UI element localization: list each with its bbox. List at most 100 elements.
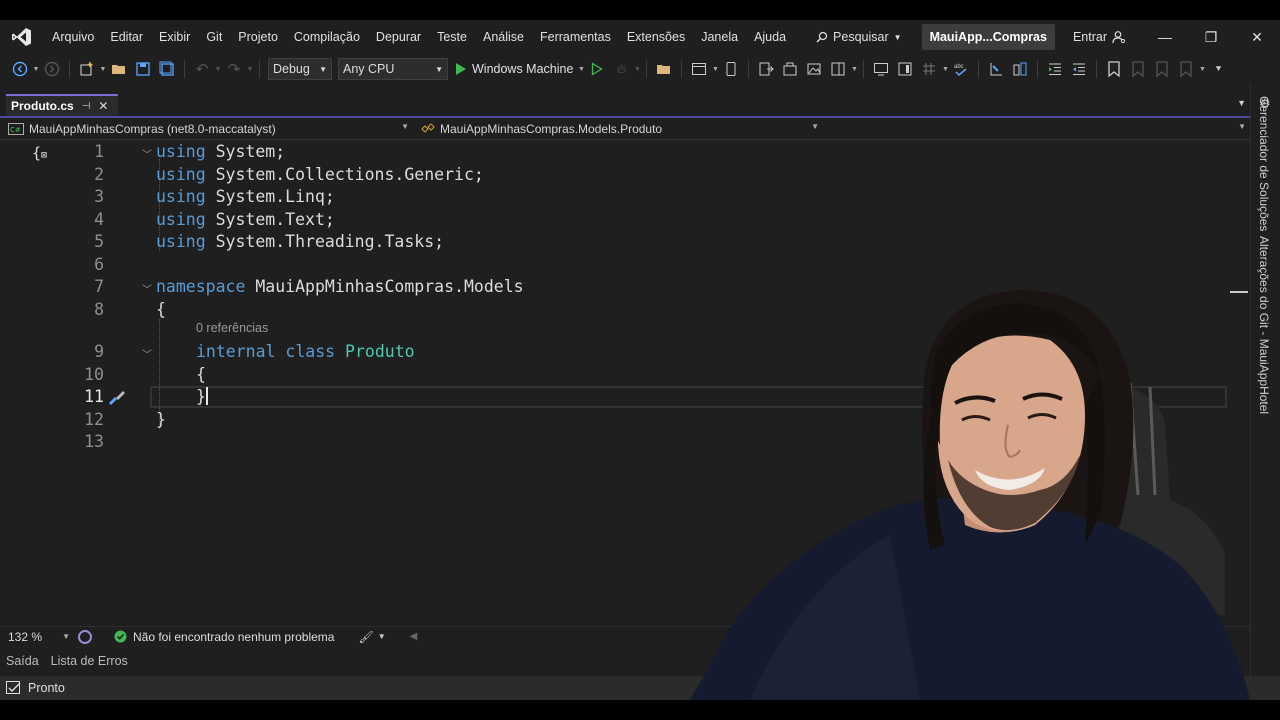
braces-outline-icon[interactable]: {⊠ <box>32 144 47 162</box>
tab-git-changes[interactable]: Alterações do Git - MauiAppHotel <box>1257 236 1271 414</box>
type-name: MauiAppMinhasCompras.Models.Produto <box>440 121 663 136</box>
using-namespace: System.Linq <box>215 187 325 206</box>
minimize-button[interactable]: — <box>1142 20 1188 54</box>
save-all-button[interactable] <box>156 58 178 80</box>
bookmark-button[interactable] <box>1103 58 1125 80</box>
keyword-namespace: namespace <box>156 277 246 296</box>
chevron-down-icon[interactable]: ▼ <box>850 66 858 73</box>
undo-button[interactable]: ↶ <box>191 58 213 80</box>
tool-button-5[interactable] <box>870 58 892 80</box>
fold-chevron-icon[interactable]: ﹀ <box>142 346 154 361</box>
chevron-down-icon[interactable]: ▼ <box>99 66 107 73</box>
save-button[interactable] <box>132 58 154 80</box>
tool-button-6[interactable] <box>894 58 916 80</box>
start-without-debugging-button[interactable] <box>586 58 608 80</box>
outdent-button[interactable] <box>1068 58 1090 80</box>
chevron-down-icon[interactable]: ▼ <box>577 66 585 73</box>
menu-projeto[interactable]: Projeto <box>230 20 286 54</box>
keyword-using: using <box>156 187 206 206</box>
text-caret <box>206 387 208 405</box>
tool-button-8[interactable] <box>1009 58 1031 80</box>
chevron-down-icon[interactable]: ▼ <box>214 66 222 73</box>
menu-extensoes[interactable]: Extensões <box>619 20 693 54</box>
menu-ajuda[interactable]: Ajuda <box>746 20 794 54</box>
phone-preview-button[interactable] <box>720 58 742 80</box>
menu-teste[interactable]: Teste <box>429 20 475 54</box>
spellcheck-button[interactable]: abc <box>950 58 972 80</box>
platform-select[interactable]: Any CPU ▼ <box>338 58 448 80</box>
window-layout-icon <box>692 63 707 75</box>
menu-ferramentas[interactable]: Ferramentas <box>532 20 619 54</box>
clear-bookmarks-button[interactable] <box>1175 58 1197 80</box>
pin-icon[interactable]: ⊣ <box>82 101 91 112</box>
type-select[interactable]: MauiAppMinhasCompras.Models.Produto ▼ <box>413 118 823 140</box>
menu-compilacao[interactable]: Compilação <box>286 20 368 54</box>
project-select[interactable]: C# MauiAppMinhasCompras (net8.0-maccatal… <box>0 118 413 140</box>
tool-button-3[interactable] <box>803 58 825 80</box>
open-file-button[interactable] <box>108 58 130 80</box>
restore-button[interactable]: ❐ <box>1188 20 1234 54</box>
tool-button-2[interactable] <box>779 58 801 80</box>
chevron-down-icon[interactable]: ▼ <box>32 66 40 73</box>
visual-studio-logo-icon[interactable] <box>0 20 44 54</box>
customize-toolbar-button[interactable]: ⯆ <box>1207 58 1229 80</box>
layout-button[interactable] <box>688 58 710 80</box>
code-cleanup-button[interactable]: 🖌︎ ▼ <box>358 630 385 644</box>
tab-produto-cs[interactable]: Produto.cs ⊣ ✕ <box>6 94 118 116</box>
chevron-down-icon: ▼ <box>62 632 70 641</box>
code-line-9: internal class Produto <box>196 341 415 363</box>
scroll-left-icon[interactable]: ◀ <box>410 631 418 642</box>
search-button[interactable]: Pesquisar ▼ <box>810 20 908 54</box>
chevron-down-icon[interactable]: ▼ <box>1198 66 1206 73</box>
using-namespace: System <box>215 142 276 161</box>
menu-depurar[interactable]: Depurar <box>368 20 429 54</box>
hot-reload-button[interactable]: 🔥︎ <box>610 58 632 80</box>
menu-exibir[interactable]: Exibir <box>151 20 198 54</box>
menu-git[interactable]: Git <box>198 20 230 54</box>
menu-editar[interactable]: Editar <box>102 20 151 54</box>
tool-button-7[interactable] <box>918 58 940 80</box>
indent-button[interactable] <box>1044 58 1066 80</box>
tab-solution-explorer[interactable]: Gerenciador de Soluções <box>1257 96 1271 231</box>
menu-arquivo[interactable]: Arquivo <box>44 20 102 54</box>
redo-button[interactable]: ↷ <box>223 58 245 80</box>
zoom-level-select[interactable]: 132 % ▼ <box>0 630 70 644</box>
no-issues-indicator[interactable]: Não foi encontrado nenhum problema <box>114 630 334 644</box>
quick-actions-brush-icon[interactable] <box>106 387 128 411</box>
chevron-down-icon[interactable]: ▼ <box>246 66 254 73</box>
references-codelens[interactable]: 0 referências <box>196 321 268 335</box>
fold-chevron-icon[interactable]: ﹀ <box>142 281 154 296</box>
tool-button-1[interactable] <box>755 58 777 80</box>
menu-janela[interactable]: Janela <box>693 20 746 54</box>
close-icon[interactable]: ✕ <box>98 99 108 113</box>
next-bookmark-button[interactable] <box>1151 58 1173 80</box>
bookmark-clear-icon <box>1180 61 1193 77</box>
close-window-button[interactable]: ✕ <box>1234 20 1280 54</box>
solution-name-badge[interactable]: MauiApp...Compras <box>921 24 1055 50</box>
copilot-icon[interactable] <box>78 629 92 644</box>
new-project-button[interactable] <box>76 58 98 80</box>
signin-button[interactable]: Entrar <box>1073 30 1126 44</box>
step-into-button[interactable] <box>985 58 1007 80</box>
member-select[interactable]: ▼ <box>823 118 1250 140</box>
prev-bookmark-button[interactable] <box>1127 58 1149 80</box>
menu-analise[interactable]: Análise <box>475 20 532 54</box>
tab-output[interactable]: Saída <box>6 654 39 668</box>
toolbar-separator <box>259 60 260 78</box>
chevron-down-icon[interactable]: ▼ <box>941 66 949 73</box>
video-letterbox-top <box>0 0 1280 20</box>
solution-folder-button[interactable] <box>653 58 675 80</box>
chevron-down-icon[interactable]: ▼ <box>633 66 641 73</box>
fold-chevron-icon[interactable]: ﹀ <box>142 146 154 161</box>
code-line-7: namespace MauiAppMinhasCompras.Models <box>156 276 524 298</box>
start-debugging-button[interactable]: Windows Machine <box>451 58 577 80</box>
configuration-select[interactable]: Debug ▼ <box>268 58 332 80</box>
chevron-down-icon[interactable]: ▼ <box>711 66 719 73</box>
navigate-forward-button[interactable] <box>41 58 63 80</box>
run-target-label: Windows Machine <box>472 62 574 76</box>
tab-overflow-chevron-icon[interactable]: ▼ <box>1237 98 1246 108</box>
navigate-back-button[interactable] <box>9 58 31 80</box>
step-icon <box>990 63 1003 76</box>
tool-button-4[interactable] <box>827 58 849 80</box>
tab-error-list[interactable]: Lista de Erros <box>51 654 128 668</box>
